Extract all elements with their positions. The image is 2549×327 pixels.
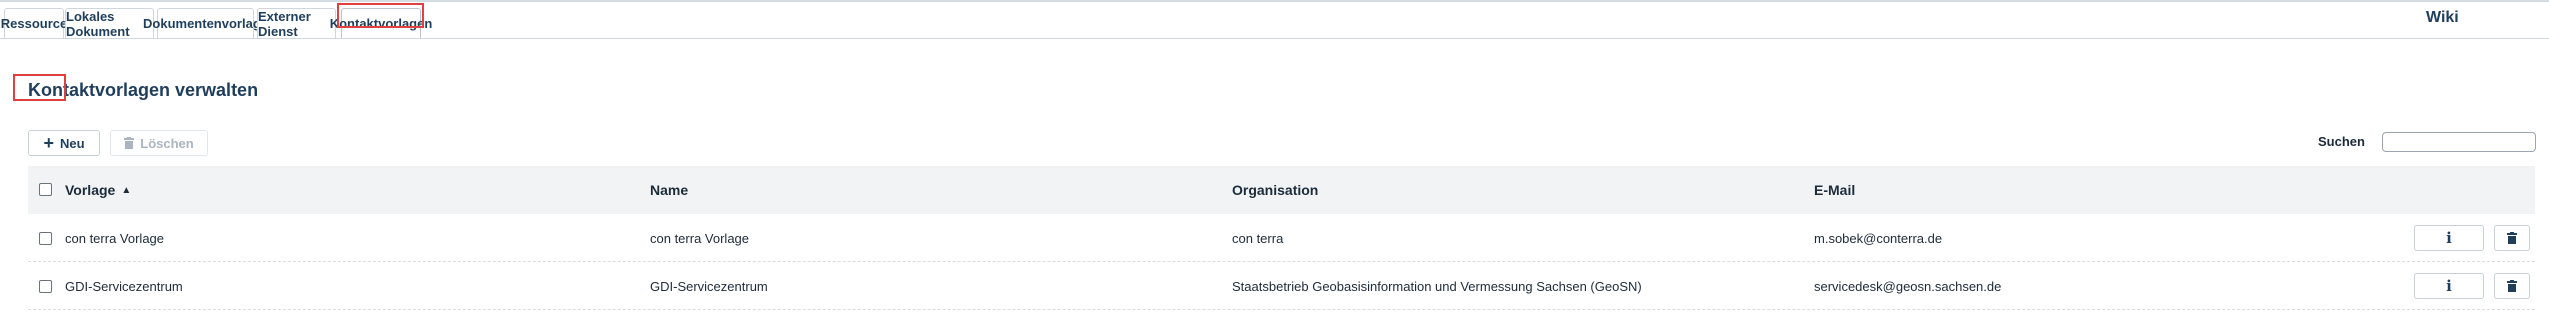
tab-bar: Ressource Lokales Dokument Dokumentenvor… [0,0,2549,39]
cell-email: m.sobek@conterra.de [1814,230,1943,246]
new-button[interactable]: + Neu [28,130,100,156]
column-header-name[interactable]: Name [650,166,688,214]
info-icon: i [2446,277,2452,295]
cell-name: con terra Vorlage [650,230,750,246]
tab-label: Dokumentenvorlage [143,16,268,31]
trash-icon [124,137,135,149]
tab-label: Lokales Dokument [66,8,130,39]
column-header-organisation[interactable]: Organisation [1232,166,1318,214]
cell-name: GDI-Servicezentrum [650,278,768,294]
tab-label: Ressource [0,16,68,31]
select-all-checkbox[interactable] [39,183,52,196]
tab-lokales-dokument[interactable]: Lokales Dokument [65,8,154,39]
table-row[interactable]: con terra Vorlage con terra Vorlage con … [28,214,2535,262]
delete-row-button[interactable] [2494,225,2530,251]
column-header-label: Vorlage [65,182,116,198]
tab-ressource[interactable]: Ressource [0,8,68,38]
table-header: Vorlage ▲ Name Organisation E-Mail [28,166,2535,214]
trash-icon [2507,280,2517,292]
cell-organisation: Staatsbetrieb Geobasisinformation und Ve… [1232,278,1642,294]
plus-icon: + [43,133,54,153]
info-button[interactable]: i [2414,225,2484,251]
tab-externer-dienst[interactable]: Externer Dienst [257,8,336,39]
search-input[interactable] [2382,132,2536,152]
tab-label: Kontaktvorlagen [329,16,433,31]
info-button[interactable]: i [2414,273,2484,299]
column-header-label: Name [650,182,689,198]
wiki-link[interactable]: Wiki [2426,9,2459,27]
column-header-label: Organisation [1232,182,1319,198]
cell-email: servicedesk@geosn.sachsen.de [1814,278,2002,294]
column-header-vorlage[interactable]: Vorlage ▲ [65,166,131,214]
table-row[interactable]: GDI-Servicezentrum GDI-Servicezentrum St… [28,262,2535,310]
delete-button-label: Löschen [140,135,194,151]
row-checkbox[interactable] [39,232,52,245]
row-checkbox[interactable] [39,280,52,293]
cell-organisation: con terra [1232,230,1284,246]
column-header-label: E-Mail [1814,182,1856,198]
trash-icon [2507,232,2517,244]
info-icon: i [2446,229,2452,247]
cell-vorlage: GDI-Servicezentrum [65,278,183,294]
search-label: Suchen [2318,134,2365,149]
tab-dokumentenvorlage[interactable]: Dokumentenvorlage [143,8,268,38]
sort-ascending-icon: ▲ [121,184,132,196]
delete-button[interactable]: Löschen [110,130,208,156]
cell-vorlage: con terra Vorlage [65,230,165,246]
page-title: Kontaktvorlagen verwalten [28,80,259,100]
tab-kontaktvorlagen[interactable]: Kontaktvorlagen [330,8,432,38]
tab-label: Externer Dienst [258,8,311,39]
column-header-email[interactable]: E-Mail [1814,166,1855,214]
delete-row-button[interactable] [2494,273,2530,299]
new-button-label: Neu [59,135,85,151]
